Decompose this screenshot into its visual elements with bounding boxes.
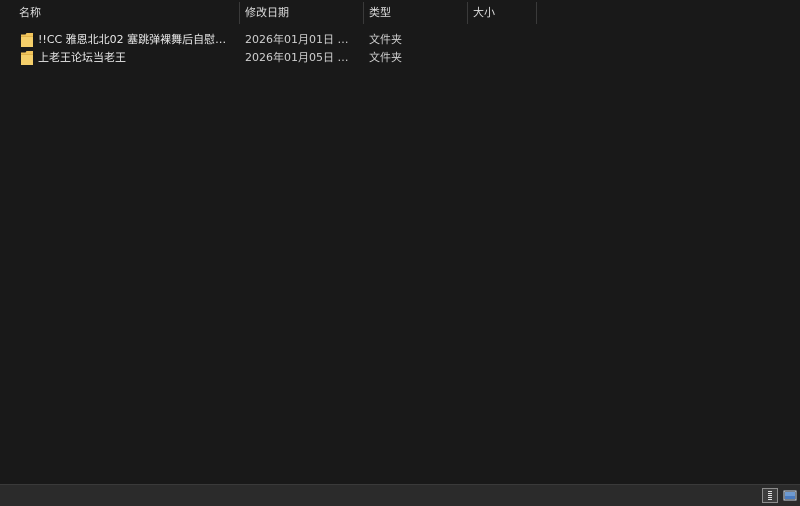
column-header-type-label: 类型 xyxy=(369,6,391,19)
list-item[interactable]: !!CC 雅恩北北02 塞跳弹裸舞后自慰喷水... 2026年01月01日 星期… xyxy=(0,31,800,49)
column-header-date-modified[interactable]: 修改日期 xyxy=(240,0,363,26)
status-bar xyxy=(0,484,800,506)
large-icons-view-icon xyxy=(783,490,797,501)
folder-icon xyxy=(21,51,33,65)
column-header-date-label: 修改日期 xyxy=(245,6,289,19)
file-explorer-window: 名称 ⌃ 修改日期 类型 大小 !!CC 雅恩北北02 塞跳弹裸舞后自慰喷水..… xyxy=(0,0,800,506)
file-size xyxy=(473,49,533,67)
large-icons-view-button[interactable] xyxy=(782,488,798,503)
list-item[interactable]: 上老王论坛当老王 2026年01月05日 星期... 文件夹 xyxy=(0,49,800,67)
details-view-button[interactable] xyxy=(762,488,778,503)
column-header-size[interactable]: 大小 xyxy=(468,0,536,26)
file-name: 上老王论坛当老王 xyxy=(38,51,126,64)
file-size xyxy=(473,31,533,49)
column-header-size-label: 大小 xyxy=(473,6,495,19)
folder-icon xyxy=(21,33,33,47)
column-divider[interactable] xyxy=(536,2,537,24)
file-date-modified: 2026年01月05日 星期... xyxy=(245,51,359,64)
file-name: !!CC 雅恩北北02 塞跳弹裸舞后自慰喷水... xyxy=(38,33,234,46)
file-list: !!CC 雅恩北北02 塞跳弹裸舞后自慰喷水... 2026年01月01日 星期… xyxy=(0,31,800,67)
file-type: 文件夹 xyxy=(369,33,402,46)
file-type: 文件夹 xyxy=(369,51,402,64)
column-header: 名称 ⌃ 修改日期 类型 大小 xyxy=(0,0,800,26)
file-date-modified: 2026年01月01日 星期... xyxy=(245,33,359,46)
details-view-icon xyxy=(768,491,772,500)
column-header-type[interactable]: 类型 xyxy=(364,0,467,26)
sort-ascending-icon: ⌃ xyxy=(122,0,130,7)
column-header-name-label: 名称 xyxy=(19,6,41,19)
